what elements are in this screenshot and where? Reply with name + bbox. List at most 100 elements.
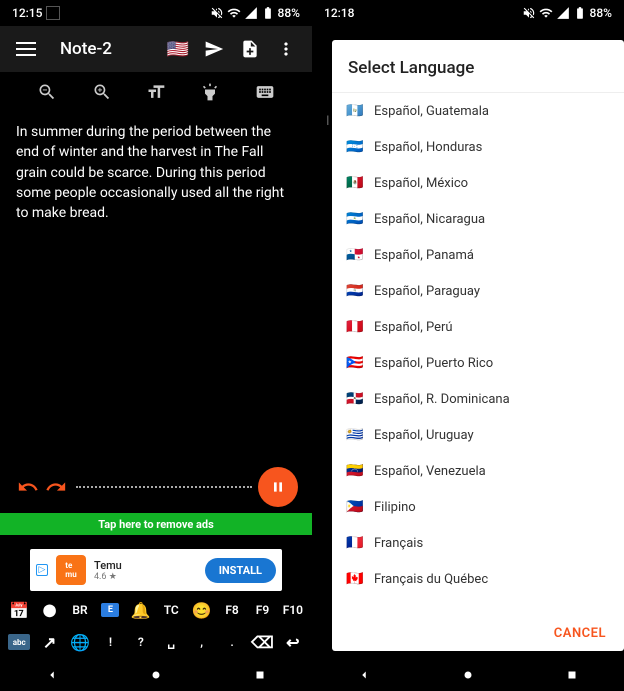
status-bar: 12:18 88%	[312, 0, 624, 26]
highlight-button[interactable]	[192, 74, 228, 110]
language-option[interactable]: 🇨🇦Français du Québec	[332, 561, 624, 597]
left-screen: 12:15 88% Note-2 🇺🇸 In summer during the…	[0, 0, 312, 691]
ad-install-button[interactable]: INSTALL	[205, 558, 276, 583]
kb-backspace-icon[interactable]: ⌫	[249, 633, 275, 652]
nav-recent-icon[interactable]	[565, 668, 579, 682]
kb-calendar-icon[interactable]: 📅	[6, 601, 32, 620]
language-option[interactable]: 🇬🇹Español, Guatemala	[332, 93, 624, 129]
zoom-in-button[interactable]	[84, 74, 120, 110]
new-note-button[interactable]	[232, 31, 268, 67]
language-option[interactable]: 🇭🇳 Español, Honduras	[332, 129, 624, 165]
language-option[interactable]: 🇲🇽 Español, México	[332, 165, 624, 201]
flag-icon: 🇩🇴	[346, 391, 364, 407]
flag-icon: 🇭🇳	[346, 139, 364, 155]
kb-enter-icon[interactable]: ↩	[280, 633, 306, 652]
kb-abc-key[interactable]: abc	[6, 634, 32, 650]
right-screen: 12:18 88% I c c F b 10 Select Language 🇬…	[312, 0, 624, 691]
wifi-icon	[227, 6, 241, 20]
overflow-button[interactable]	[268, 31, 304, 67]
language-option[interactable]: 🇩🇴 Español, R. Dominicana	[332, 381, 624, 417]
kb-quest-key[interactable]: ?	[128, 635, 154, 649]
nav-recent-icon[interactable]	[253, 668, 267, 682]
kb-e-badge[interactable]: E	[97, 603, 123, 617]
send-button[interactable]	[196, 31, 232, 67]
nav-back-icon[interactable]	[357, 668, 371, 682]
battery-icon	[261, 6, 275, 20]
flag-icon: 🇳🇮	[346, 211, 364, 227]
waveform-track[interactable]	[76, 486, 252, 488]
signal-icon	[556, 6, 570, 20]
ad-rating: 4.6 ★	[94, 572, 197, 582]
keyboard-row-2: abc ↗ 🌐 ! ? ␣ , . ⌫ ↩	[0, 627, 312, 657]
keyboard-row-1: 📅 ⬤ BR E 🔔 TC 😊 F8 F9 F10	[0, 595, 312, 625]
kb-f10-key[interactable]: F10	[280, 603, 306, 617]
battery-pct: 88%	[278, 6, 300, 20]
ad-app-name: Temu	[94, 559, 197, 572]
mute-icon	[522, 6, 536, 20]
flag-icon: 🇵🇪	[346, 319, 364, 335]
nav-bar	[0, 659, 312, 691]
nav-back-icon[interactable]	[45, 668, 59, 682]
kb-globe-icon[interactable]: 🌐	[67, 633, 93, 652]
format-toolbar	[0, 72, 312, 112]
language-list[interactable]: 🇬🇹Español, Guatemala 🇭🇳 Español, Honduras 🇲…	[332, 93, 624, 612]
nav-home-icon[interactable]	[461, 668, 475, 682]
language-name: Español, México	[374, 176, 468, 191]
kb-emoji-icon[interactable]: 😊	[188, 601, 214, 620]
clock: 12:15	[12, 6, 42, 20]
kb-arrow-icon[interactable]: ↗	[36, 633, 62, 652]
language-option[interactable]: 🇵🇭Filipino	[332, 489, 624, 525]
ad-app-icon: temu	[56, 555, 86, 585]
flag-icon: 🇻🇪	[346, 463, 364, 479]
flag-icon: 🇺🇾	[346, 427, 364, 443]
nav-bar	[312, 659, 624, 691]
kb-f9-key[interactable]: F9	[249, 603, 275, 617]
flag-icon: 🇫🇷	[346, 535, 364, 551]
language-option[interactable]: 🇻🇪Español, Venezuela	[332, 453, 624, 489]
zoom-out-button[interactable]	[29, 74, 65, 110]
language-name: Français	[374, 536, 423, 551]
status-bar: 12:15 88%	[0, 0, 312, 26]
kb-excl-key[interactable]: !	[97, 635, 123, 649]
language-option[interactable]: 🇺🇾Español, Uruguay	[332, 417, 624, 453]
language-option[interactable]: 🇵🇾Español, Paraguay	[332, 273, 624, 309]
language-option[interactable]: 🇵🇷Español, Puerto Rico	[332, 345, 624, 381]
pause-record-button[interactable]	[258, 467, 298, 507]
kb-comma-key[interactable]: ,	[188, 635, 214, 649]
language-option[interactable]: 🇵🇦 Español, Panamá	[332, 237, 624, 273]
language-name: Français du Québec	[374, 572, 488, 587]
undo-button[interactable]	[14, 473, 42, 501]
kb-period-key[interactable]: .	[219, 635, 245, 649]
flag-icon: 🇵🇷	[346, 355, 364, 371]
flag-icon: 🇵🇭	[346, 499, 364, 515]
flag-icon: 🇲🇽	[346, 175, 364, 191]
nav-home-icon[interactable]	[149, 668, 163, 682]
language-option[interactable]: 🇳🇮Español, Nicaragua	[332, 201, 624, 237]
kb-bell-icon[interactable]: 🔔	[128, 601, 154, 620]
clock: 12:18	[324, 6, 354, 20]
kb-tc-key[interactable]: TC	[158, 603, 184, 617]
status-icons: 88%	[210, 6, 300, 20]
status-icons: 88%	[522, 6, 612, 20]
language-name: Español, Panamá	[374, 248, 474, 263]
language-name: Español, Honduras	[374, 140, 482, 155]
keyboard-button[interactable]	[247, 74, 283, 110]
kb-circle-icon[interactable]: ⬤	[36, 603, 62, 617]
kb-br-key[interactable]: BR	[67, 603, 93, 617]
flag-icon: 🇵🇾	[346, 283, 364, 299]
language-option[interactable]: 🇵🇪Español, Perú	[332, 309, 624, 345]
kb-f8-key[interactable]: F8	[219, 603, 245, 617]
text-size-button[interactable]	[138, 74, 174, 110]
redo-button[interactable]	[42, 473, 70, 501]
menu-button[interactable]	[8, 31, 44, 67]
language-name: Español, R. Dominicana	[374, 392, 510, 407]
ad-info-icon: ▷	[36, 564, 48, 576]
flag-icon: 🇵🇦	[346, 247, 364, 263]
kb-space-key[interactable]: ␣	[158, 635, 184, 649]
ad-banner[interactable]: ▷ temu Temu 4.6 ★ INSTALL	[30, 549, 282, 591]
remove-ads-strip[interactable]: Tap here to remove ads	[0, 513, 312, 535]
cancel-button[interactable]: CANCEL	[554, 626, 606, 641]
language-option[interactable]: 🇫🇷 Français	[332, 525, 624, 561]
battery-icon	[573, 6, 587, 20]
flag-button[interactable]: 🇺🇸	[160, 31, 196, 67]
